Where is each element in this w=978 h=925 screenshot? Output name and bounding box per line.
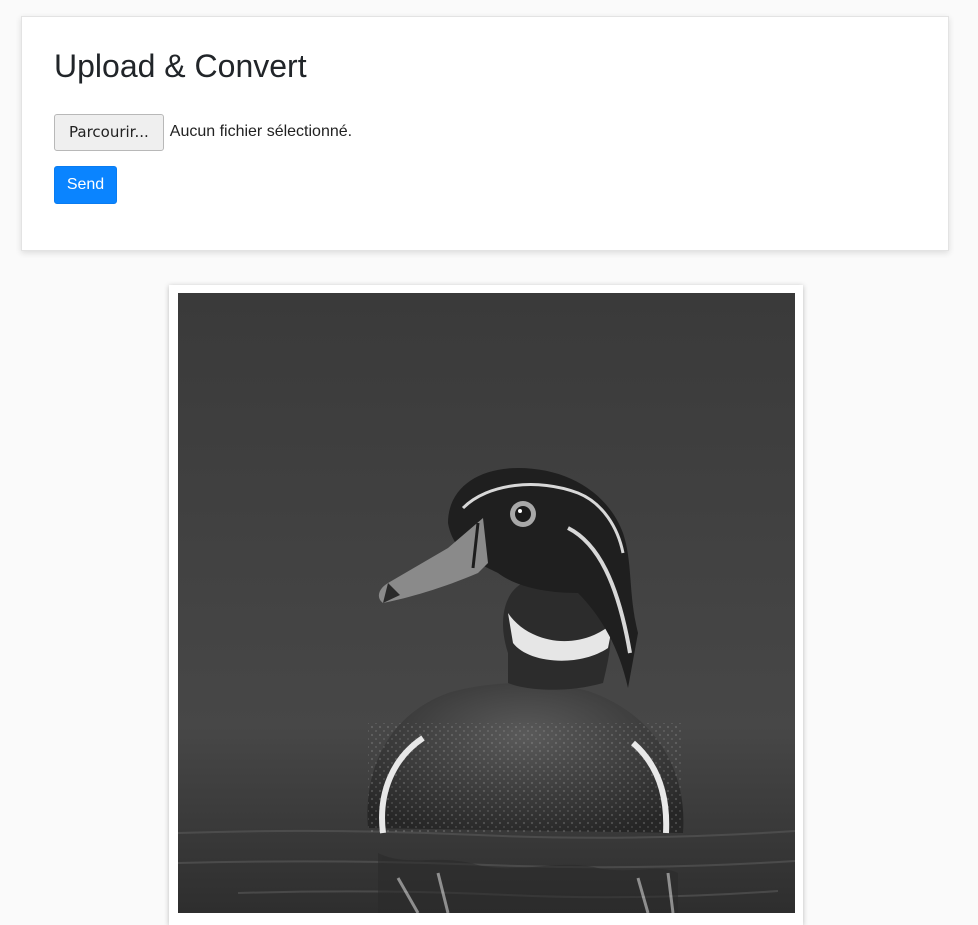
duck-photo-icon: [178, 293, 795, 913]
converted-image: [178, 293, 795, 913]
page-title: Upload & Convert: [54, 48, 307, 84]
file-input[interactable]: Parcourir... Aucun fichier sélectionné.: [54, 113, 352, 151]
upload-card: Upload & Convert Parcourir... Aucun fich…: [21, 16, 949, 251]
file-status-text: Aucun fichier sélectionné.: [169, 123, 353, 140]
result-image-frame: [169, 285, 803, 925]
browse-button[interactable]: Parcourir...: [54, 113, 164, 151]
send-button[interactable]: Send: [54, 166, 117, 204]
